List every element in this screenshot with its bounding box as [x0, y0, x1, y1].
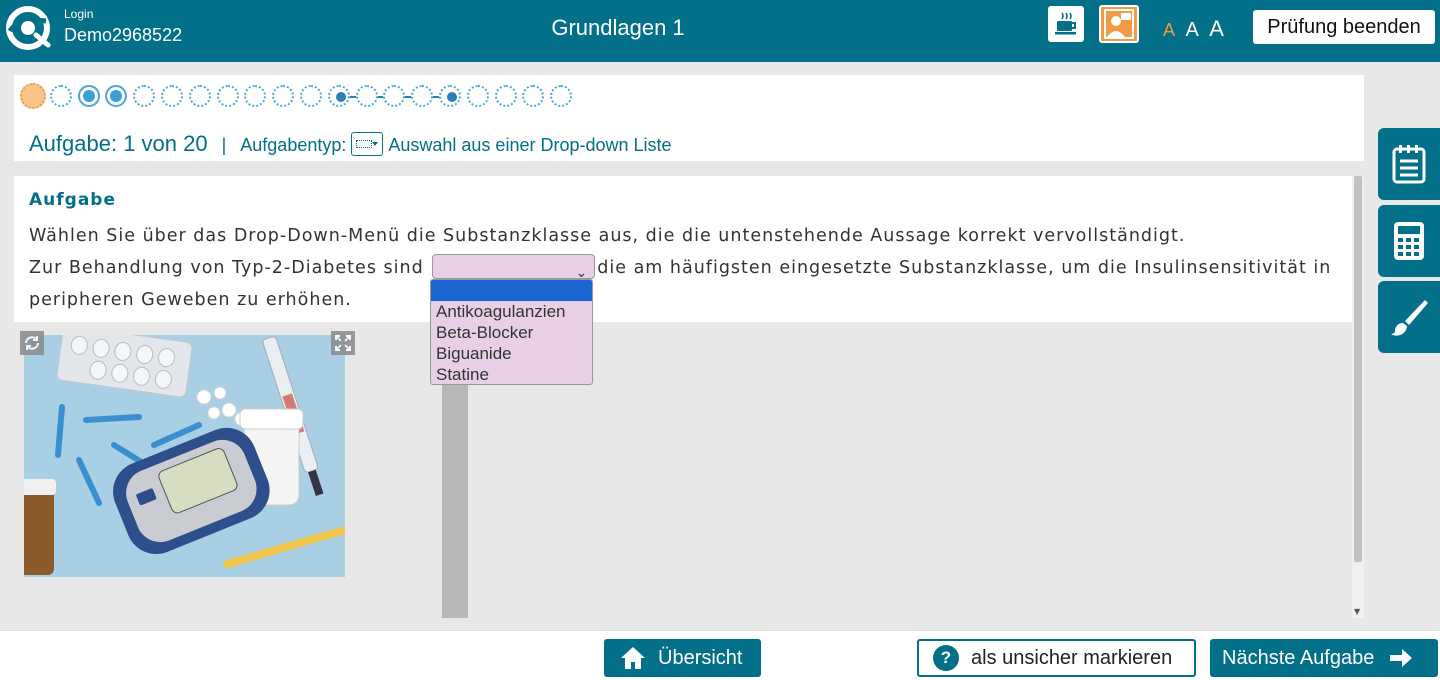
mark-unsure-label: als unsicher markieren: [971, 646, 1173, 669]
dropdown-type-icon: [351, 132, 384, 156]
question-dot-17[interactable]: [466, 85, 489, 107]
task-text: Wählen Sie über das Drop-Down-Menü die S…: [29, 220, 1339, 316]
rotate-image-button[interactable]: [20, 331, 44, 355]
question-dot-13[interactable]: [355, 85, 378, 107]
task-type-label: Aufgabentyp:: [240, 135, 347, 155]
rotate-icon: [25, 336, 39, 350]
task-image: [24, 335, 345, 577]
expand-icon: [335, 335, 351, 351]
question-dot-1[interactable]: [20, 83, 46, 109]
dropdown-option-antikoagulanzien[interactable]: Antikoagulanzien: [431, 301, 592, 322]
sentence-end: peripheren Geweben zu erhöhen.: [29, 290, 352, 310]
home-icon: [621, 647, 645, 669]
diabetes-supplies-image: [24, 335, 345, 577]
question-dot-6[interactable]: [161, 85, 183, 107]
support-button[interactable]: [1099, 5, 1139, 43]
dropdown-option-empty[interactable]: [431, 280, 592, 301]
question-dot-10[interactable]: [272, 85, 295, 107]
question-dot-3[interactable]: [77, 85, 100, 107]
question-dot-7[interactable]: [188, 85, 211, 107]
sentence-before: Zur Behandlung von Typ-2-Diabetes sind: [29, 258, 424, 278]
question-mark-icon: ?: [933, 645, 959, 671]
question-dot-20[interactable]: [550, 85, 573, 107]
task-type-text: Auswahl aus einer Drop-down Liste: [388, 135, 672, 155]
dropdown-option-beta-blocker[interactable]: Beta-Blocker: [431, 322, 592, 343]
question-dot-8[interactable]: [216, 85, 239, 107]
font-size-switcher: A A A: [1163, 16, 1230, 42]
overview-button[interactable]: Übersicht: [604, 639, 761, 677]
answer-select[interactable]: ⌄: [432, 253, 596, 281]
coffee-break-icon: [1055, 12, 1076, 35]
notes-button[interactable]: [1378, 128, 1440, 200]
task-panel: Aufgabe Wählen Sie über das Drop-Down-Me…: [14, 176, 1352, 322]
question-dot-11[interactable]: [300, 85, 322, 107]
overview-label: Übersicht: [658, 646, 743, 669]
question-navigator: [20, 83, 580, 109]
notepad-icon: [1392, 145, 1426, 184]
task-sentence: Zur Behandlung von Typ-2-Diabetes sind ⌄…: [29, 252, 1339, 284]
linked-question-marker-12: [335, 92, 346, 102]
question-dot-4[interactable]: [105, 85, 128, 107]
calculator-button[interactable]: [1378, 205, 1440, 277]
task-scrollbar[interactable]: ▼: [1352, 176, 1364, 618]
task-info: Aufgabe: 1 von 20 | Aufgabentyp: Auswahl…: [29, 127, 672, 157]
question-dot-19[interactable]: [522, 85, 545, 107]
support-person-icon: [1104, 9, 1134, 39]
calculator-icon: [1394, 222, 1424, 260]
progress-panel: Aufgabe: 1 von 20 | Aufgabentyp: Auswahl…: [14, 75, 1364, 161]
font-size-medium[interactable]: A: [1185, 19, 1198, 42]
linked-question-marker-16: [447, 92, 457, 102]
next-task-button[interactable]: Nächste Aufgabe: [1210, 639, 1438, 677]
footer-bar: Übersicht ? als unsicher markieren Nächs…: [0, 630, 1440, 680]
end-exam-button[interactable]: Prüfung beenden: [1253, 10, 1435, 44]
scroll-down-arrow[interactable]: ▼: [1354, 607, 1360, 616]
dropdown-option-statine[interactable]: Statine: [431, 364, 592, 385]
question-dot-15[interactable]: [411, 85, 434, 107]
marker-button[interactable]: [1378, 281, 1440, 353]
top-bar: Login Demo2968522 Grundlagen 1 A A A Prü…: [0, 0, 1440, 62]
separator: |: [221, 135, 227, 155]
font-size-small[interactable]: A: [1163, 20, 1175, 41]
question-dot-5[interactable]: [133, 85, 156, 107]
coffee-break-button[interactable]: [1048, 6, 1084, 42]
next-task-label: Nächste Aufgabe: [1222, 646, 1375, 669]
sentence-after: die am häufigsten eingesetzte Substanzkl…: [597, 258, 1332, 278]
brush-icon: [1391, 300, 1428, 336]
task-counter: Aufgabe: 1 von 20: [29, 131, 208, 156]
dropdown-option-biguanide[interactable]: Biguanide: [431, 343, 592, 364]
question-dot-9[interactable]: [244, 85, 267, 107]
expand-image-button[interactable]: [331, 331, 355, 355]
font-size-large[interactable]: A: [1209, 16, 1224, 42]
question-dot-2[interactable]: [49, 85, 72, 107]
question-dot-14[interactable]: [383, 85, 406, 107]
question-dot-18[interactable]: [494, 85, 517, 107]
answer-dropdown-list: Antikoagulanzien Beta-Blocker Biguanide …: [430, 279, 593, 385]
arrow-right-icon: [1390, 649, 1413, 667]
task-instruction: Wählen Sie über das Drop-Down-Menü die S…: [29, 226, 1186, 246]
scroll-thumb[interactable]: [1354, 176, 1362, 562]
mark-unsure-button[interactable]: ? als unsicher markieren: [917, 639, 1196, 677]
task-heading: Aufgabe: [29, 190, 116, 210]
